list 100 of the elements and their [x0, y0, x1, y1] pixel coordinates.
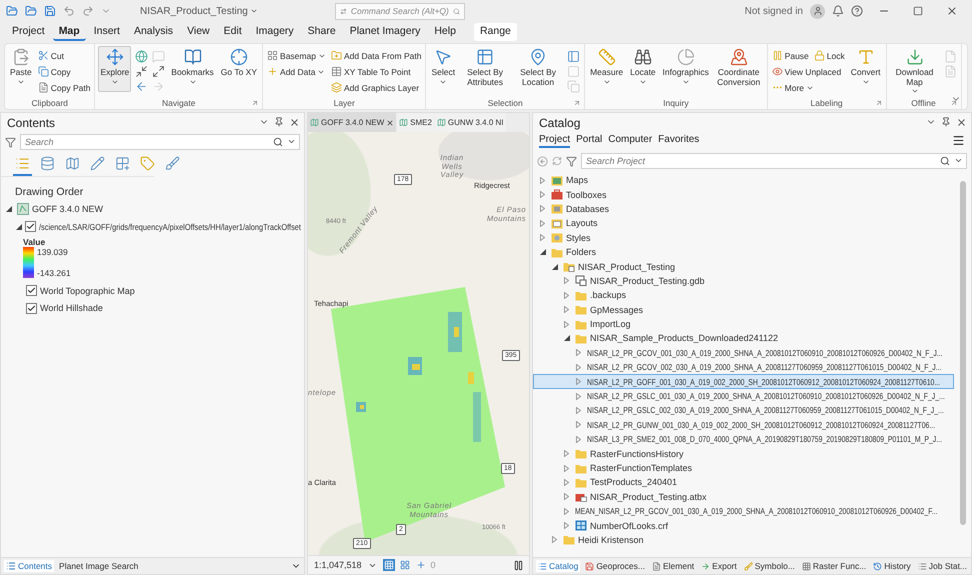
ribbon-button[interactable]: Select By Attributes — [460, 46, 510, 92]
ribbon-button[interactable]: Cut — [36, 48, 65, 63]
ribbon-button[interactable]: Pause — [770, 48, 810, 63]
catalog-item[interactable]: Maps — [533, 173, 954, 188]
back-icon[interactable] — [537, 156, 548, 166]
save-icon[interactable] — [44, 5, 56, 17]
pane-tab[interactable]: Planet Image Search — [57, 560, 140, 572]
caret-icon[interactable] — [954, 156, 963, 165]
source-tab[interactable]: Project — [539, 133, 570, 148]
caret-icon[interactable] — [287, 137, 296, 146]
ribbon-button[interactable]: Locate — [628, 46, 658, 92]
ribbon-tab[interactable]: Imagery — [250, 23, 300, 41]
catalog-item[interactable]: Databases — [533, 202, 954, 216]
ribbon-tab[interactable]: Range — [474, 23, 517, 41]
close-icon[interactable] — [956, 117, 967, 128]
pane-tab[interactable]: Geoproces... — [583, 560, 647, 572]
source-tab[interactable]: Favorites — [658, 133, 700, 148]
document-tab[interactable]: SME2 — [397, 113, 434, 132]
ribbon-tab[interactable]: Insert — [88, 23, 126, 41]
sign-in-status[interactable]: Not signed in — [744, 6, 803, 16]
ribbon-button[interactable]: Add Data From Path — [330, 48, 422, 63]
close-icon[interactable] — [946, 5, 958, 17]
search-field[interactable]: Search — [20, 134, 300, 150]
pane-tab[interactable]: Job Stat... — [916, 560, 970, 572]
catalog-item[interactable]: NISAR_L3_PR_SME2_001_008_D_070_4000_QPNA_A_20190829T180759_20190829T180809_P01101_M_P_J... — [533, 432, 954, 446]
ribbon-button[interactable]: Paste — [8, 46, 34, 92]
ribbon-button[interactable]: Add Graphics Layer — [330, 80, 420, 95]
catalog-item[interactable]: NumberOfLooks.crf — [533, 518, 954, 533]
dialog-launcher-icon[interactable] — [874, 99, 883, 107]
scale-field[interactable]: 1:1,047,518 — [312, 560, 379, 570]
ribbon-button[interactable]: More — [770, 80, 816, 95]
ribbon-tab[interactable]: View — [181, 23, 216, 41]
ribbon-button[interactable]: Download Map — [890, 46, 940, 97]
expanded-arrow-icon[interactable] — [6, 206, 12, 212]
plus-icon[interactable] — [416, 560, 426, 570]
dialog-launcher-icon[interactable] — [950, 99, 958, 107]
source-tab[interactable]: Portal — [576, 133, 602, 148]
ribbon-tab[interactable]: Edit — [218, 23, 248, 41]
grid-icon[interactable] — [400, 560, 410, 570]
ribbon-button[interactable]: Explore — [98, 46, 132, 92]
ribbon-icon-button[interactable] — [134, 65, 150, 78]
folder-icon[interactable] — [6, 5, 18, 17]
expanded-arrow-icon[interactable] — [540, 249, 546, 256]
source-tab[interactable]: Computer — [608, 133, 652, 148]
search-field[interactable]: Search Project — [581, 153, 967, 169]
ribbon-button[interactable]: Add Data — [266, 64, 326, 79]
catalog-item[interactable]: NISAR_Product_Testing.atbx — [533, 490, 954, 504]
ribbon-button[interactable]: Copy Path — [36, 80, 92, 95]
document-tab[interactable]: GUNW 3.4.0 NI — [434, 113, 506, 132]
catalog-item[interactable]: NISAR_L2_PR_GSLC_002_030_A_019_2000_SHNA_A_20081127T060959_20081127T061015_D00402_N_F_J_... — [533, 403, 954, 418]
menu-icon[interactable] — [952, 134, 965, 147]
dialog-launcher-icon[interactable] — [573, 99, 582, 107]
document-tab[interactable]: GOFF 3.4.0 NEW — [308, 113, 396, 132]
layer-name[interactable]: World Hillshade — [40, 303, 103, 314]
search-icon[interactable] — [273, 137, 283, 147]
catalog-item[interactable]: NISAR_L2_PR_GSLC_001_030_A_019_2000_SHNA_A_20081012T060910_20081012T060926_D00402_N_F_J_... — [533, 388, 954, 404]
pane-tab[interactable]: Contents — [4, 560, 54, 572]
restore-icon[interactable] — [913, 6, 923, 16]
pane-tab[interactable]: Element — [650, 560, 696, 572]
ribbon-tab[interactable]: Help — [428, 23, 462, 41]
ribbon-tab[interactable]: Share — [302, 23, 342, 41]
map-name[interactable]: GOFF 3.4.0 NEW — [32, 204, 104, 214]
catalog-item[interactable]: NISAR_L2_PR_GOFF_001_030_A_019_002_2000_SH_20081012T060912_20081012T060924_20081127T0610... — [533, 374, 954, 389]
pane-tab[interactable]: Catalog — [536, 560, 580, 572]
catalog-item[interactable]: NISAR_L2_PR_GUNW_001_030_A_019_002_2000_SH_20081012T060912_20081012T060924_20081127T06... — [533, 418, 954, 432]
redo-icon[interactable] — [82, 5, 94, 17]
pin-icon[interactable] — [941, 117, 951, 127]
ribbon-icon-button[interactable] — [151, 65, 166, 78]
catalog-item[interactable]: NISAR_Product_Testing.gdb — [533, 274, 954, 288]
pin-icon[interactable] — [274, 117, 284, 127]
catalog-item[interactable]: Toolboxes — [533, 187, 954, 202]
filter-icon[interactable] — [566, 156, 577, 166]
catalog-item[interactable]: RasterFunctionTemplates — [533, 460, 954, 476]
catalog-item[interactable]: Heidi Kristenson — [533, 532, 954, 548]
notification-icon[interactable] — [832, 5, 844, 17]
layer-checkbox[interactable] — [26, 302, 37, 314]
pane-tab[interactable]: Symbolo... — [742, 560, 797, 572]
layer-name[interactable]: World Topographic Map — [40, 286, 135, 296]
ribbon-button[interactable]: View Unplaced — [770, 64, 842, 79]
dialog-launcher-icon[interactable] — [251, 99, 260, 107]
ribbon-button[interactable]: Basemap — [266, 48, 327, 63]
close-icon[interactable] — [386, 118, 394, 126]
ribbon-button[interactable]: Lock — [812, 48, 846, 63]
close-icon[interactable] — [289, 117, 300, 128]
pause-icon[interactable] — [513, 560, 524, 570]
catalog-item[interactable]: Folders — [533, 244, 954, 260]
pane-tab[interactable]: Export — [699, 560, 739, 572]
grid-icon[interactable] — [384, 560, 394, 570]
ribbon-tab[interactable]: Planet Imagery — [344, 23, 426, 41]
catalog-item[interactable]: GpMessages — [533, 302, 954, 317]
catalog-item[interactable]: Styles — [533, 230, 954, 245]
ribbon-tab[interactable]: Analysis — [128, 23, 180, 41]
ribbon-tab[interactable]: Map — [52, 23, 86, 41]
ribbon-button[interactable]: Copy — [36, 64, 72, 79]
ribbon-button[interactable]: Go To XY — [218, 46, 260, 92]
layer-name[interactable]: /science/LSAR/GOFF/grids/frequencyA/pixelOffsets/HH/layer1/alongTrackOffset — [39, 222, 301, 232]
layer-checkbox[interactable] — [25, 221, 36, 232]
undo-icon[interactable] — [63, 5, 75, 17]
catalog-item[interactable]: NISAR_Sample_Products_Downloaded241122 — [533, 331, 954, 346]
ribbon-button[interactable]: Select — [429, 46, 458, 92]
